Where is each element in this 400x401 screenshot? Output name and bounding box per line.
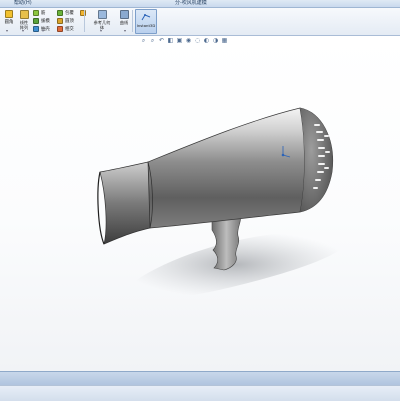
curves-label: 曲线 xyxy=(119,20,129,25)
fillet-icon xyxy=(5,10,13,18)
dome-button[interactable]: 圆顶 xyxy=(57,18,74,24)
feature-ribbon: 圆角 线性阵列 筋 拔模 抽壳 包覆 圆顶 相交 参考几何体 曲线 Instan… xyxy=(0,8,400,36)
display-style-icon[interactable]: ◉ xyxy=(185,37,192,44)
chevron-down-icon[interactable]: ▾ xyxy=(22,28,24,33)
edit-appearance-icon[interactable]: ◐ xyxy=(203,37,210,44)
instant3d-label: Instant3D xyxy=(136,23,156,28)
section-view-icon[interactable]: ◧ xyxy=(167,37,174,44)
chevron-down-icon[interactable]: ▾ xyxy=(42,28,44,33)
scene-icon[interactable]: ◑ xyxy=(212,37,219,44)
chevron-down-icon[interactable]: ▾ xyxy=(100,28,102,33)
wrap-label: 包覆 xyxy=(65,11,74,16)
draft-label: 拔模 xyxy=(41,19,50,24)
heads-up-view-toolbar: ⌕ ⌕ ↶ ◧ ▣ ◉ ◌ ◐ ◑ ▦ xyxy=(140,36,228,45)
rear-cap xyxy=(300,108,333,212)
linear-pattern-icon xyxy=(19,10,29,19)
rib-icon xyxy=(33,10,39,16)
curves-button[interactable]: 曲线 xyxy=(118,10,130,28)
taskbar xyxy=(0,385,400,401)
nozzle xyxy=(99,161,151,245)
fillet-button[interactable]: 圆角 xyxy=(3,10,15,25)
hair-dryer-model[interactable] xyxy=(0,36,400,371)
rib-label: 筋 xyxy=(41,11,46,16)
zoom-area-icon[interactable]: ⌕ xyxy=(149,37,156,44)
rib-button[interactable]: 筋 xyxy=(33,10,45,16)
document-title: 分-吹风机建模 xyxy=(175,0,207,6)
linear-pattern-button[interactable]: 线性阵列 xyxy=(18,10,30,30)
wrap-icon xyxy=(57,10,63,16)
title-bar: 帮助(H) 分-吹风机建模 xyxy=(0,0,400,8)
intersect-label: 相交 xyxy=(65,27,74,32)
ribbon-separator xyxy=(84,10,85,32)
shell-icon xyxy=(33,26,39,32)
chevron-down-icon[interactable]: ▾ xyxy=(124,28,126,33)
ribbon-separator-2 xyxy=(132,10,133,32)
wrap-button[interactable]: 包覆 xyxy=(57,10,74,16)
view-orientation-icon[interactable]: ▣ xyxy=(176,37,183,44)
view-settings-icon[interactable]: ▦ xyxy=(221,37,228,44)
menu-item-help[interactable]: 帮助(H) xyxy=(14,0,32,7)
previous-view-icon[interactable]: ↶ xyxy=(158,37,165,44)
dome-label: 圆顶 xyxy=(65,19,74,24)
curves-icon xyxy=(119,10,129,19)
hide-show-icon[interactable]: ◌ xyxy=(194,37,201,44)
reference-geometry-button[interactable]: 参考几何体 xyxy=(92,10,112,30)
graphics-area[interactable] xyxy=(0,36,400,371)
instant3d-button[interactable]: Instant3D xyxy=(135,9,157,34)
draft-icon xyxy=(33,18,39,24)
zoom-to-fit-icon[interactable]: ⌕ xyxy=(140,37,147,44)
instant3d-icon xyxy=(141,14,151,21)
reference-geometry-icon xyxy=(97,10,107,19)
status-bar xyxy=(0,371,400,386)
intersect-button[interactable]: 相交 xyxy=(57,26,74,32)
chevron-down-icon[interactable]: ▾ xyxy=(6,28,8,33)
fillet-label: 圆角 xyxy=(4,20,14,25)
feature-icon xyxy=(80,10,86,16)
draft-button[interactable]: 拔模 xyxy=(33,18,50,24)
dome-icon xyxy=(57,18,63,24)
intersect-icon xyxy=(57,26,63,32)
